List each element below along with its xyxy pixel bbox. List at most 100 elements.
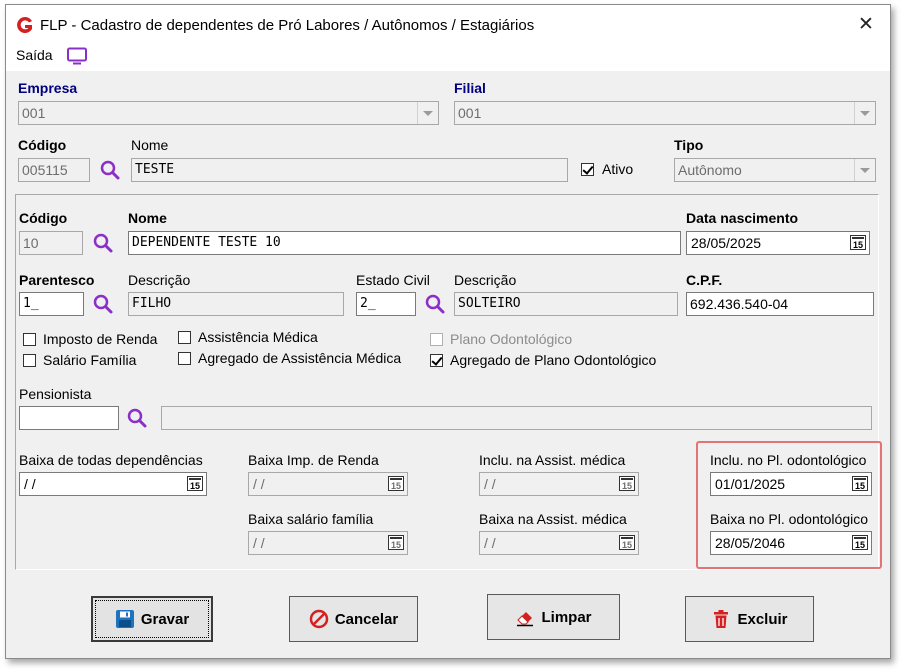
calendar-icon[interactable]: 15 bbox=[388, 476, 404, 491]
filial-select[interactable]: 001 bbox=[454, 101, 876, 125]
salario-familia-label: Salário Família bbox=[43, 352, 137, 368]
tipo-label: Tipo bbox=[674, 137, 704, 153]
baixa-odonto-label: Baixa no Pl. odontológico bbox=[710, 511, 868, 527]
limpar-button[interactable]: Limpar bbox=[487, 594, 620, 640]
pensionista-input[interactable] bbox=[19, 406, 119, 430]
save-icon bbox=[115, 610, 134, 628]
codigo-label: Código bbox=[18, 137, 67, 153]
cancelar-label: Cancelar bbox=[334, 610, 399, 628]
pensionista-label: Pensionista bbox=[19, 386, 92, 402]
imposto-renda-checkbox[interactable] bbox=[23, 333, 36, 346]
menu-bar: Saída bbox=[6, 41, 890, 71]
tipo-value: Autônomo bbox=[678, 162, 742, 178]
dep-codigo-label: Código bbox=[19, 210, 68, 226]
assistencia-medica-checkbox[interactable] bbox=[178, 331, 191, 344]
search-icon[interactable] bbox=[92, 232, 114, 254]
baixa-assist-date-input[interactable]: / / 15 bbox=[479, 531, 639, 555]
ativo-label: Ativo bbox=[602, 161, 634, 177]
baixa-odonto-date-input[interactable]: 28/05/2046 15 bbox=[710, 531, 872, 555]
nome-input[interactable]: TESTE bbox=[131, 158, 568, 182]
salario-familia-checkbox[interactable] bbox=[23, 354, 36, 367]
filial-label: Filial bbox=[454, 80, 486, 96]
agregado-assistencia-checkbox[interactable] bbox=[178, 352, 191, 365]
inclu-assist-date-input[interactable]: / / 15 bbox=[479, 472, 639, 496]
baixa-todas-value: / / bbox=[24, 476, 36, 492]
search-icon[interactable] bbox=[424, 293, 446, 315]
chevron-down-icon[interactable] bbox=[417, 102, 438, 124]
excluir-button[interactable]: Excluir bbox=[685, 596, 814, 642]
calendar-icon[interactable]: 15 bbox=[850, 235, 866, 250]
imposto-renda-label: Imposto de Renda bbox=[43, 331, 158, 347]
calendar-icon[interactable]: 15 bbox=[852, 535, 868, 550]
search-icon[interactable] bbox=[92, 293, 114, 315]
agregado-plano-checkbox[interactable] bbox=[430, 354, 443, 367]
assistencia-medica-label: Assistência Médica bbox=[198, 329, 318, 345]
app-logo-icon bbox=[17, 17, 32, 33]
baixa-sal-label: Baixa salário família bbox=[248, 511, 374, 527]
empresa-label: Empresa bbox=[18, 80, 78, 96]
dep-nome-label: Nome bbox=[128, 210, 167, 226]
window-title: FLP - Cadastro de dependentes de Pró Lab… bbox=[40, 17, 535, 34]
baixa-sal-value: / / bbox=[253, 535, 265, 551]
trash-icon bbox=[714, 610, 729, 628]
baixa-imp-date-input[interactable]: / / 15 bbox=[248, 472, 408, 496]
eraser-icon bbox=[517, 612, 534, 627]
cpf-label: C.P.F. bbox=[686, 272, 723, 288]
tipo-select[interactable]: Autônomo bbox=[674, 158, 876, 182]
chevron-down-icon[interactable] bbox=[854, 159, 875, 181]
menu-exit[interactable]: Saída bbox=[16, 47, 53, 63]
inclu-odonto-value: 01/01/2025 bbox=[715, 476, 786, 492]
codigo-input[interactable]: 005115 bbox=[18, 158, 90, 182]
dep-codigo-input[interactable]: 10 bbox=[19, 231, 83, 255]
chevron-down-icon[interactable] bbox=[854, 102, 875, 124]
ativo-checkbox[interactable] bbox=[581, 163, 594, 176]
gravar-label: Gravar bbox=[140, 610, 190, 628]
calendar-icon[interactable]: 15 bbox=[388, 535, 404, 550]
baixa-todas-label: Baixa de todas dependências bbox=[19, 452, 203, 468]
monitor-icon[interactable] bbox=[66, 47, 88, 65]
plano-odontologico-checkbox[interactable] bbox=[430, 333, 443, 346]
cancelar-button[interactable]: Cancelar bbox=[289, 596, 418, 642]
plano-odontologico-label: Plano Odontológico bbox=[450, 331, 573, 347]
baixa-assist-label: Baixa na Assist. médica bbox=[479, 511, 627, 527]
cpf-input[interactable]: 692.436.540-04 bbox=[686, 292, 874, 316]
inclu-assist-label: Inclu. na Assist. médica bbox=[479, 452, 626, 468]
nascimento-date-input[interactable]: 28/05/2025 15 bbox=[686, 231, 870, 255]
limpar-label: Limpar bbox=[541, 608, 592, 626]
estado-civil-input[interactable]: 2_ bbox=[356, 292, 416, 316]
inclu-odonto-date-input[interactable]: 01/01/2025 15 bbox=[710, 472, 872, 496]
search-icon[interactable] bbox=[126, 407, 148, 429]
baixa-sal-date-input[interactable]: / / 15 bbox=[248, 531, 408, 555]
calendar-icon[interactable]: 15 bbox=[619, 535, 635, 550]
excluir-label: Excluir bbox=[737, 610, 788, 628]
agregado-assistencia-label: Agregado de Assistência Médica bbox=[198, 350, 402, 366]
baixa-odonto-value: 28/05/2046 bbox=[715, 535, 786, 551]
baixa-todas-date-input[interactable]: / / 15 bbox=[19, 472, 207, 496]
agregado-plano-label: Agregado de Plano Odontológico bbox=[450, 352, 657, 368]
calendar-icon[interactable]: 15 bbox=[187, 476, 203, 491]
parentesco-desc-input: FILHO bbox=[128, 292, 344, 316]
baixa-assist-value: / / bbox=[484, 535, 496, 551]
estado-desc-input: SOLTEIRO bbox=[454, 292, 678, 316]
estado-desc-label: Descrição bbox=[454, 272, 517, 288]
empresa-select[interactable]: 001 bbox=[18, 101, 439, 125]
inclu-odonto-label: Inclu. no Pl. odontológico bbox=[710, 452, 867, 468]
filial-value: 001 bbox=[458, 105, 482, 121]
nascimento-label: Data nascimento bbox=[686, 210, 799, 226]
parentesco-input[interactable]: 1_ bbox=[19, 292, 84, 316]
gravar-button[interactable]: Gravar bbox=[91, 596, 213, 642]
baixa-imp-value: / / bbox=[253, 476, 265, 492]
close-button[interactable]: ✕ bbox=[858, 15, 874, 34]
calendar-icon[interactable]: 15 bbox=[852, 476, 868, 491]
parentesco-desc-label: Descrição bbox=[128, 272, 191, 288]
baixa-imp-label: Baixa Imp. de Renda bbox=[248, 452, 379, 468]
empresa-value: 001 bbox=[22, 105, 46, 121]
nascimento-value: 28/05/2025 bbox=[691, 235, 762, 251]
nome-label: Nome bbox=[131, 137, 169, 153]
calendar-icon[interactable]: 15 bbox=[619, 476, 635, 491]
parentesco-label: Parentesco bbox=[19, 272, 95, 288]
search-icon[interactable] bbox=[99, 159, 121, 181]
title-bar: FLP - Cadastro de dependentes de Pró Lab… bbox=[6, 5, 890, 41]
estado-civil-label: Estado Civil bbox=[356, 272, 430, 288]
dep-nome-input[interactable]: DEPENDENTE TESTE 10 bbox=[128, 231, 681, 255]
